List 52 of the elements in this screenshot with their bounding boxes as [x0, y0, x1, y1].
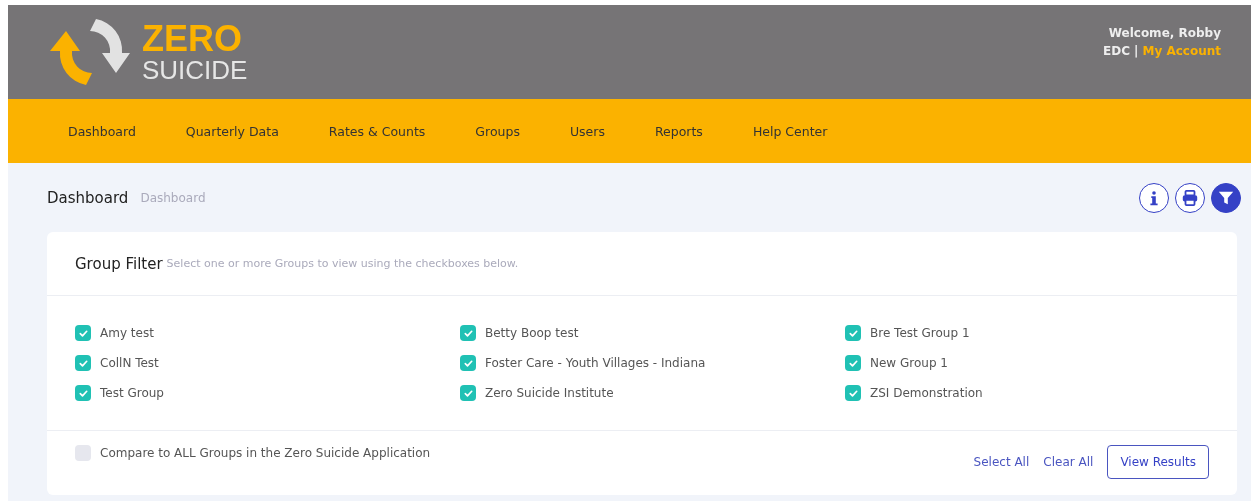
checkbox[interactable] [460, 355, 476, 371]
clear-all-link[interactable]: Clear All [1043, 455, 1094, 469]
nav-link[interactable]: Rates & Counts [328, 123, 451, 139]
filter-button[interactable] [1211, 182, 1241, 213]
separator: | [1134, 44, 1139, 58]
nav-link[interactable]: Groups [475, 123, 545, 139]
checkbox[interactable] [75, 325, 91, 341]
nav-link[interactable]: Quarterly Data [185, 123, 304, 139]
checkmark-icon [847, 327, 859, 339]
nav-link[interactable]: Help Center [752, 123, 853, 139]
group-label: Amy test [100, 326, 154, 340]
print-button[interactable] [1175, 182, 1205, 213]
card-hint: Select one or more Groups to view using the checkboxes below. [166, 257, 519, 270]
group-label: Foster Care - Youth Villages - Indiana [485, 356, 706, 370]
breadcrumb: Dashboard [140, 190, 206, 205]
group-label: Betty Boop test [485, 326, 579, 340]
checkmark-icon [77, 387, 89, 399]
checkmark-icon [77, 357, 89, 369]
group-label: New Group 1 [870, 356, 948, 370]
checkbox[interactable] [460, 385, 476, 401]
checkbox[interactable] [460, 325, 476, 341]
group-label: Bre Test Group 1 [870, 326, 970, 340]
checkmark-icon [847, 387, 859, 399]
nav-link[interactable]: Dashboard [68, 123, 161, 139]
nav-link[interactable]: Reports [654, 123, 728, 139]
logo-title: ZERO [142, 21, 243, 57]
view-results-button[interactable]: View Results [1107, 445, 1209, 479]
checkbox[interactable] [845, 355, 861, 371]
checkbox[interactable] [845, 325, 861, 341]
checkmark-icon [847, 357, 859, 369]
group-label: ZSI Demonstration [870, 386, 983, 400]
checkbox[interactable] [845, 385, 861, 401]
info-button[interactable] [1139, 182, 1169, 213]
group-label: Test Group [100, 386, 164, 400]
printer-icon [1181, 188, 1199, 207]
checkmark-icon [462, 387, 474, 399]
welcome-text: Welcome, Robby [1108, 26, 1221, 40]
group-label: Zero Suicide Institute [485, 386, 614, 400]
compare-label: Compare to ALL Groups in the Zero Suicide Application [100, 446, 431, 460]
page-title: Dashboard [47, 188, 129, 207]
select-all-link[interactable]: Select All [973, 455, 1030, 469]
checkbox[interactable] [75, 355, 91, 371]
nav-link[interactable]: Users [569, 123, 630, 139]
checkmark-icon [462, 357, 474, 369]
checkmark-icon [462, 327, 474, 339]
checkbox[interactable] [75, 385, 91, 401]
checkmark-icon [77, 327, 89, 339]
card-title: Group Filter [75, 254, 163, 273]
logo-subtitle: SUICIDE [142, 57, 248, 83]
checkbox[interactable] [75, 445, 91, 461]
organization-label: EDC [1103, 44, 1131, 58]
group-label: CollN Test [100, 356, 159, 370]
